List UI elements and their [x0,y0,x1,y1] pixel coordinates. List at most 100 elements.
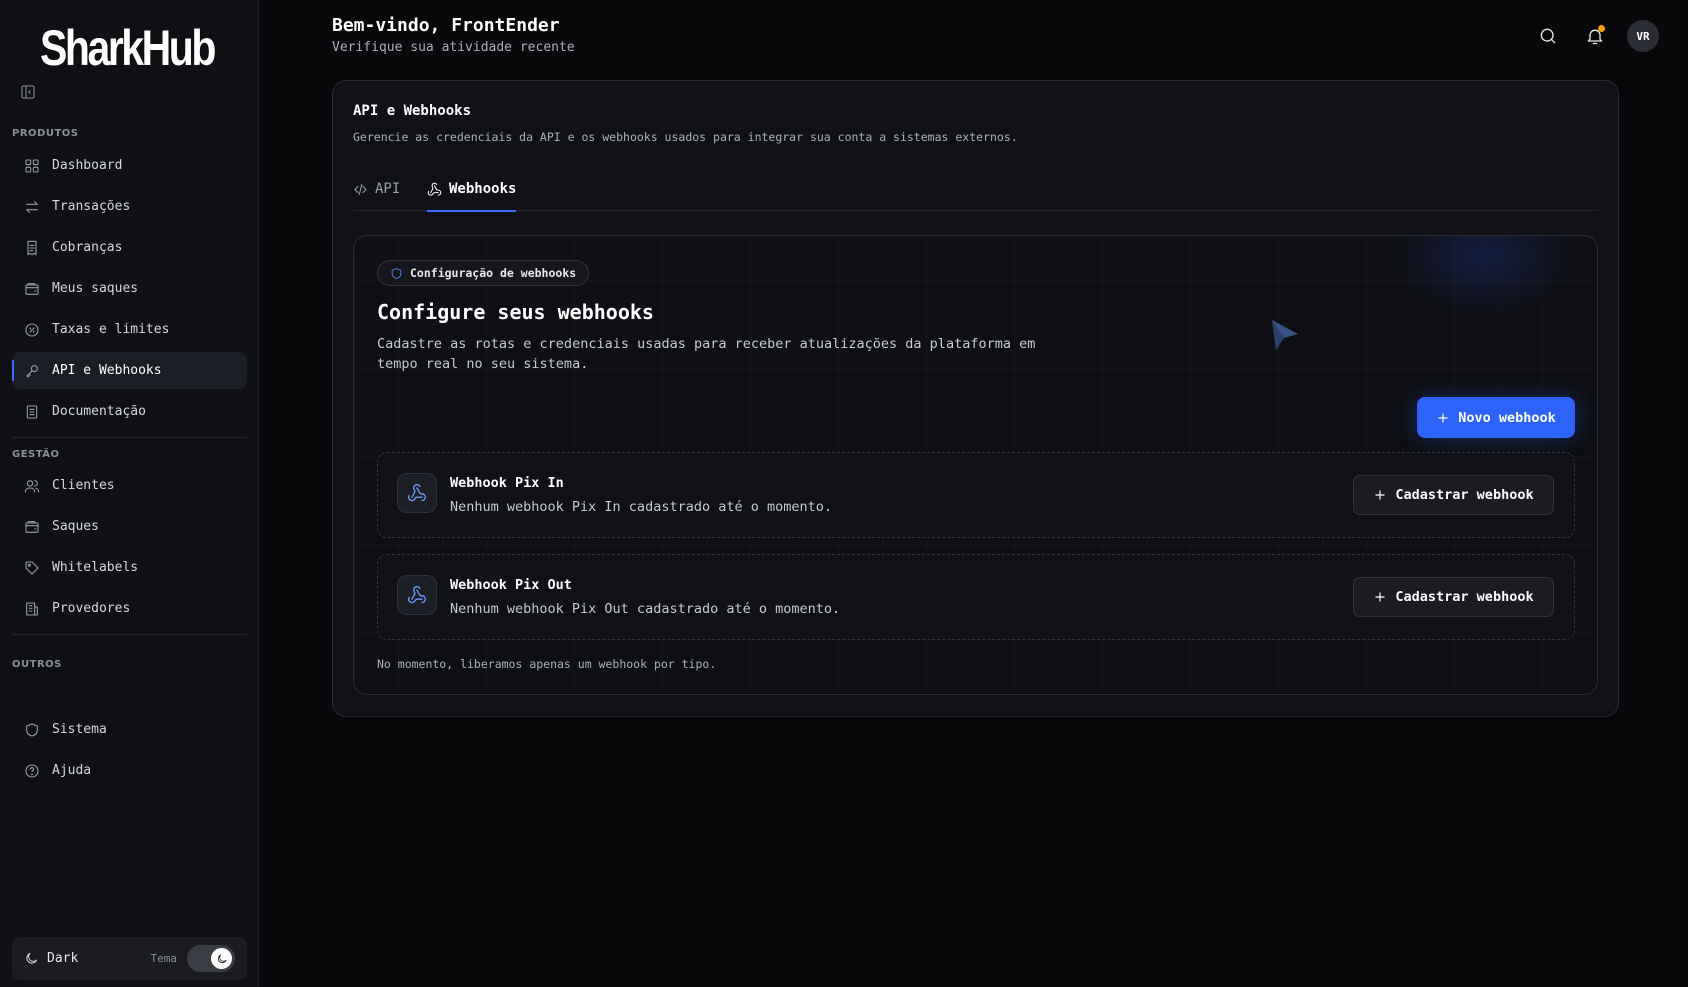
panel-title: Configure seus webhooks [377,300,654,324]
decorative-glow [1394,236,1574,316]
webhook-icon-box [397,575,437,615]
wallet-icon [25,520,39,533]
webhook-title: Webhook Pix In [450,475,564,491]
users-icon [24,479,40,493]
sidebar-item-label: Whitelabels [52,560,139,575]
register-webhook-pix-in-button[interactable]: Cadastrar webhook [1353,475,1554,515]
shield-icon [26,722,38,737]
panel-description: Cadastre as rotas e credenciais usadas p… [377,336,1036,372]
grid-icon [25,158,39,173]
webhook-icon [408,484,426,502]
sidebar-item-label: Dashboard [52,158,123,173]
sidebar-item-label: Cobranças [52,240,123,255]
config-badge: Configuração de webhooks [377,260,590,286]
sidebar-item-sistema[interactable]: Sistema [12,711,247,748]
receipt-icon [27,240,37,255]
sidebar-item-label: Saques [52,519,99,534]
shark-fin-icon [1272,320,1298,350]
sidebar-item-transacoes[interactable]: Transações [12,188,247,225]
sidebar-item-api-webhooks[interactable]: API e Webhooks [12,352,247,389]
document-icon [26,404,38,419]
webhook-icon-box [397,473,437,513]
webhook-status-text: Nenhum webhook Pix In cadastrado até o m… [450,499,833,515]
sidebar-item-clientes[interactable]: Clientes [12,467,247,504]
button-label: Cadastrar webhook [1395,487,1534,503]
webhook-pix-out-row: Webhook Pix Out Nenhum webhook Pix Out c… [377,554,1575,640]
help-circle-icon [25,763,39,778]
page-subtitle: Verifique sua atividade recente [332,40,575,55]
search-button[interactable] [1533,21,1563,51]
sidebar-item-meus-saques[interactable]: Meus saques [12,270,247,307]
sidebar-item-dashboard[interactable]: Dashboard [12,147,247,184]
shield-icon [391,267,402,279]
webhook-icon [408,586,426,604]
theme-label: Dark [47,951,79,966]
card-title: API e Webhooks [353,103,472,119]
moon-icon [217,954,226,963]
section-produtos: PRODUTOS [12,128,79,139]
percent-icon [25,322,39,337]
new-webhook-button[interactable]: Novo webhook [1417,397,1575,438]
key-icon [26,364,38,378]
moon-icon [26,953,37,964]
sidebar-item-saques[interactable]: Saques [12,508,247,545]
api-webhooks-card: API e Webhooks Gerencie as credenciais d… [332,80,1619,717]
sidebar-item-ajuda[interactable]: Ajuda [12,752,247,789]
page-title: Bem-vindo, FrontEnder [332,15,560,36]
sidebar-item-cobrancas[interactable]: Cobranças [12,229,247,266]
sidebar-item-taxas[interactable]: Taxas e limites [12,311,247,348]
notification-dot [1598,25,1605,32]
button-label: Cadastrar webhook [1395,589,1534,605]
section-gestao: GESTÃO [12,449,60,460]
sidebar-item-label: Taxas e limites [52,322,170,337]
tab-label: API [375,181,401,197]
avatar[interactable]: VR [1627,20,1659,52]
arrows-left-right-icon [26,200,38,213]
sidebar-divider [12,634,247,635]
sidebar-item-label: Meus saques [52,281,139,296]
building-icon [26,601,38,616]
register-webhook-pix-out-button[interactable]: Cadastrar webhook [1353,577,1554,617]
code-icon [354,183,367,195]
sidebar-item-label: Documentação [52,404,146,419]
notifications-button[interactable] [1580,21,1610,51]
sidebar-divider [12,437,247,438]
tag-icon [25,560,39,575]
plus-icon [1438,412,1448,423]
sidebar-collapse-button[interactable] [20,84,38,102]
theme-caption: Tema [150,952,178,965]
sidebar-item-documentacao[interactable]: Documentação [12,393,247,430]
badge-label: Configuração de webhooks [410,266,577,280]
tab-api[interactable]: API [353,167,400,211]
sidebar-item-label: Clientes [52,478,115,493]
tab-webhooks[interactable]: Webhooks [427,167,517,212]
logo[interactable]: SharkHub [40,14,216,82]
card-subtitle: Gerencie as credenciais da API e os webh… [353,130,1018,144]
sidebar-item-whitelabels[interactable]: Whitelabels [12,549,247,586]
theme-toggle[interactable] [187,945,235,972]
sidebar-item-label: Ajuda [52,763,92,778]
webhook-status-text: Nenhum webhook Pix Out cadastrado até o … [450,601,841,617]
search-icon [1540,28,1556,44]
plus-icon [1375,490,1386,500]
sidebar-item-label: API e Webhooks [52,363,162,378]
webhook-title: Webhook Pix Out [450,577,572,593]
sidebar-item-label: Transações [52,199,131,214]
sidebar-item-label: Provedores [52,601,131,616]
tabs: API Webhooks [353,167,1598,212]
sidebar: SharkHub PRODUTOS Dashboard Transações C… [0,0,259,987]
button-label: Novo webhook [1458,409,1556,426]
wallet-icon [25,282,39,295]
panel-left-icon [21,85,35,99]
webhooks-panel: Configuração de webhooks Configure seus … [353,235,1598,695]
toggle-knob [211,948,232,969]
tab-label: Webhooks [449,181,517,197]
webhook-icon [427,182,442,196]
plus-icon [1375,592,1386,602]
section-outros: OUTROS [12,659,62,670]
webhook-pix-in-row: Webhook Pix In Nenhum webhook Pix In cad… [377,452,1575,538]
theme-switcher: Dark Tema [12,937,247,980]
sidebar-item-provedores[interactable]: Provedores [12,590,247,627]
webhook-limit-note: No momento, liberamos apenas um webhook … [377,657,717,671]
sidebar-item-label: Sistema [52,722,107,737]
